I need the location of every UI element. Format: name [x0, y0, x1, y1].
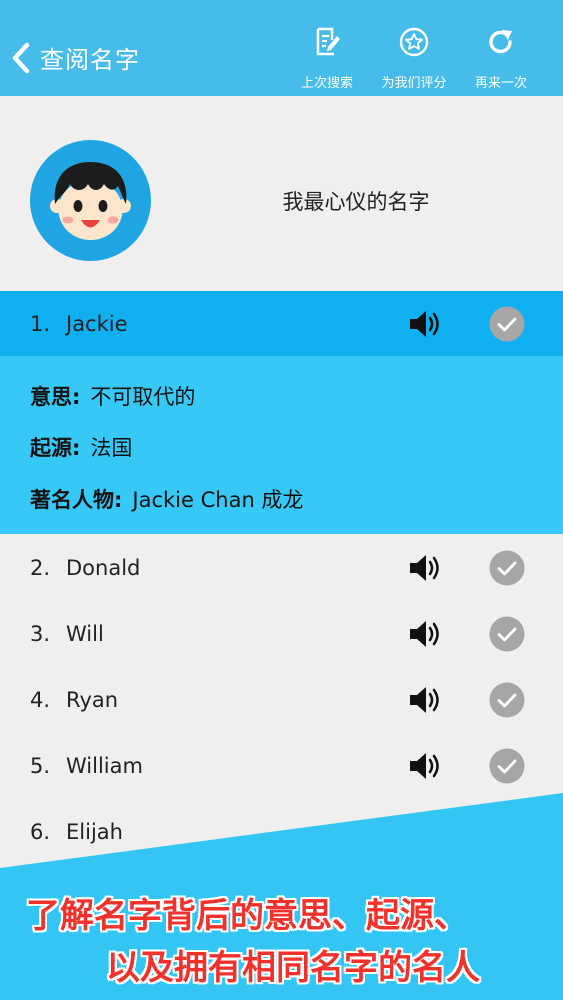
- star-icon: [399, 27, 429, 57]
- name-detail-panel: 意思: 不可取代的 起源: 法国 著名人物: Jackie Chan 成龙: [0, 356, 563, 534]
- name-row-1[interactable]: 1. Jackie: [0, 291, 563, 357]
- row-name: Donald: [66, 556, 141, 580]
- meaning-label: 意思:: [30, 385, 81, 409]
- rate-us-button[interactable]: 为我们评分: [371, 26, 457, 91]
- back-button[interactable]: 查阅名字: [10, 40, 140, 75]
- promo-banner-line-1: 了解名字背后的意思、起源、: [26, 896, 468, 936]
- last-search-button[interactable]: 上次搜索: [284, 26, 370, 91]
- page-title: 查阅名字: [40, 46, 140, 74]
- check-icon[interactable]: [489, 682, 525, 718]
- refresh-icon: [489, 30, 512, 54]
- chevron-left-icon: [12, 42, 30, 73]
- name-row-2[interactable]: 2. Donald: [0, 535, 563, 601]
- try-again-label: 再来一次: [474, 76, 527, 91]
- boy-avatar-icon: [30, 140, 151, 261]
- check-icon[interactable]: [489, 616, 525, 652]
- famous-value: Jackie Chan 成龙: [132, 488, 304, 512]
- name-row-4[interactable]: 4. Ryan: [0, 667, 563, 733]
- row-name: Will: [66, 622, 104, 646]
- app-header: 查阅名字 上次搜索 为我们评分 再来一次: [0, 0, 563, 96]
- row-index: 5.: [30, 754, 51, 778]
- famous-line: 著名人物: Jackie Chan 成龙: [30, 484, 303, 514]
- meaning-value: 不可取代的: [90, 385, 196, 409]
- row-index: 6.: [30, 820, 51, 844]
- rate-us-label: 为我们评分: [381, 76, 447, 91]
- speaker-icon[interactable]: [408, 684, 444, 716]
- meaning-line: 意思: 不可取代的: [30, 381, 195, 411]
- origin-value: 法国: [90, 436, 133, 460]
- edit-document-icon: [316, 27, 340, 56]
- last-search-label: 上次搜索: [300, 76, 353, 91]
- try-again-button[interactable]: 再来一次: [458, 26, 544, 91]
- name-row-6[interactable]: 6. Elijah: [0, 799, 563, 865]
- row-name: William: [66, 754, 143, 778]
- speaker-icon[interactable]: [408, 750, 444, 782]
- row-index: 1.: [30, 312, 51, 336]
- check-icon[interactable]: [489, 748, 525, 784]
- row-index: 4.: [30, 688, 51, 712]
- name-row-3[interactable]: 3. Will: [0, 601, 563, 667]
- check-icon[interactable]: [489, 306, 525, 342]
- speaker-icon[interactable]: [408, 308, 444, 340]
- row-index: 3.: [30, 622, 51, 646]
- row-name: Jackie: [66, 312, 128, 336]
- name-row-5[interactable]: 5. William: [0, 733, 563, 799]
- speaker-icon[interactable]: [408, 552, 444, 584]
- speaker-icon[interactable]: [408, 618, 444, 650]
- row-name: Ryan: [66, 688, 119, 712]
- profile-section: 我最心仪的名字: [0, 96, 563, 290]
- origin-line: 起源: 法国: [30, 432, 132, 462]
- check-icon[interactable]: [489, 550, 525, 586]
- promo-banner-line-2: 以及拥有相同名字的名人: [106, 948, 480, 988]
- famous-label: 著名人物:: [30, 488, 123, 512]
- origin-label: 起源:: [30, 436, 81, 460]
- favorite-names-title: 我最心仪的名字: [282, 190, 430, 214]
- row-name: Elijah: [66, 820, 123, 844]
- row-index: 2.: [30, 556, 51, 580]
